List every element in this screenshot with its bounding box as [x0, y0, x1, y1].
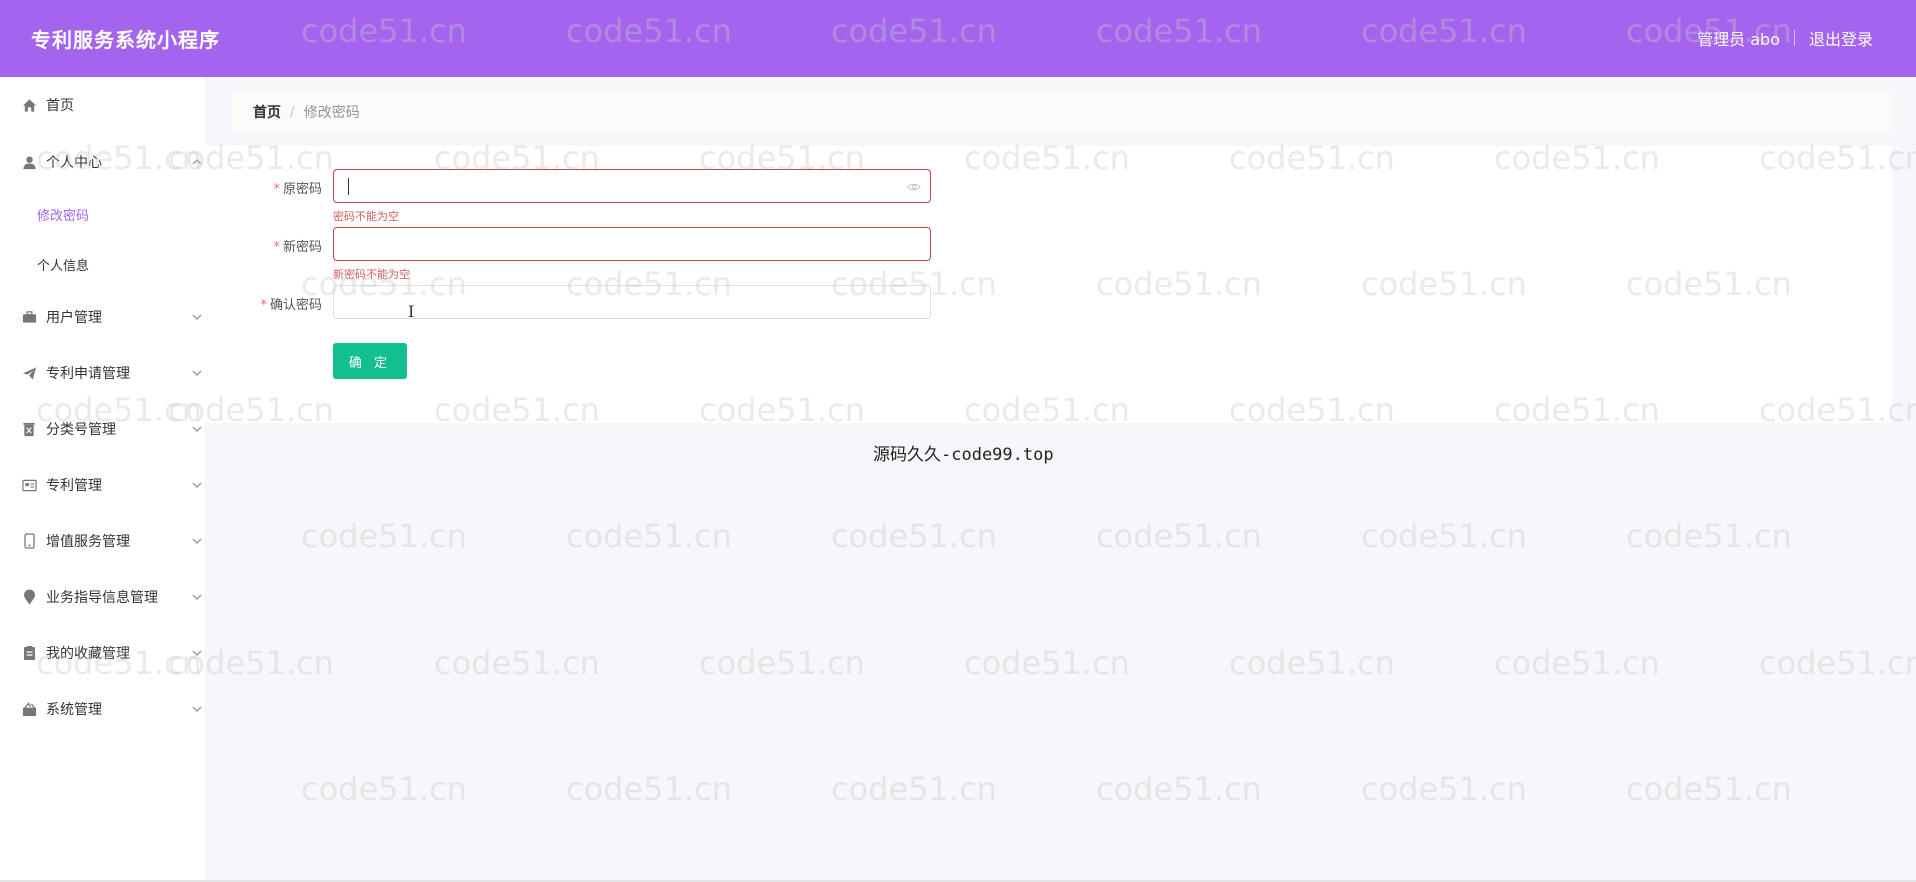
chevron-down-icon	[192, 648, 202, 659]
sidebar-item-label: 个人中心	[46, 155, 102, 171]
watermark-text: code51.cn	[699, 644, 865, 682]
sidebar-subitem-change-password[interactable]: 修改密码	[0, 199, 205, 229]
user-label: 管理员 abo	[1697, 30, 1780, 49]
watermark-text: code51.cn	[1361, 517, 1527, 555]
watermark-text: code51.cn	[831, 770, 997, 808]
user-area: 管理员 abo 退出登录	[1697, 26, 1873, 50]
sidebar-item-classification[interactable]: 分类号管理	[0, 414, 205, 444]
mouse-ibeam-cursor-icon: I	[408, 302, 415, 321]
chevron-down-icon	[192, 592, 202, 603]
watermark-text: code51.cn	[1759, 644, 1916, 682]
header-divider	[1793, 30, 1795, 46]
clipboard-icon	[21, 645, 37, 661]
breadcrumb-home[interactable]: 首页	[253, 102, 281, 122]
sidebar-subitem-label: 修改密码	[37, 208, 90, 224]
chevron-down-icon	[192, 704, 202, 715]
sidebar-menu: 首页 个人中心 修改密码 个人信息 用户管理 专利申请管理 分类号管理 专利管理…	[0, 77, 205, 882]
top-header: 专利服务系统小程序 管理员 abo 退出登录	[0, 0, 1916, 77]
chevron-up-icon	[192, 157, 202, 168]
briefcase-icon	[21, 309, 37, 325]
new-password-label: * 新密码	[273, 240, 322, 255]
chevron-down-icon	[192, 480, 202, 491]
breadcrumb-current: 修改密码	[303, 105, 360, 121]
chevron-down-icon	[192, 312, 202, 323]
confirm-password-input[interactable]	[334, 286, 930, 318]
gift-icon	[21, 701, 37, 717]
watermark-text: code51.cn	[1096, 770, 1262, 808]
sidebar-item-label: 系统管理	[46, 702, 102, 718]
sidebar-item-business-guidance[interactable]: 业务指导信息管理	[0, 582, 205, 612]
sidebar-item-label: 用户管理	[46, 310, 102, 326]
confirm-password-field[interactable]	[333, 285, 931, 319]
watermark-text: code51.cn	[566, 517, 732, 555]
watermark-text: code51.cn	[1626, 770, 1792, 808]
sidebar-item-label: 增值服务管理	[46, 534, 130, 550]
required-asterisk: *	[273, 182, 280, 197]
watermark-text: code51.cn	[434, 644, 600, 682]
user-icon	[21, 154, 37, 170]
text-caret	[348, 178, 349, 195]
source-caption: 源码久久-code99.top	[873, 445, 1054, 465]
old-password-error: 密码不能为空	[333, 210, 399, 223]
phone-icon	[21, 533, 37, 549]
watermark-text: code51.cn	[831, 517, 997, 555]
watermark-text: code51.cn	[1096, 517, 1262, 555]
watermark-text: code51.cn	[566, 770, 732, 808]
sidebar-item-system-management[interactable]: 系统管理	[0, 694, 205, 724]
sidebar-item-patent-management[interactable]: 专利管理	[0, 470, 205, 500]
watermark-text: code51.cn	[301, 517, 467, 555]
watermark-text: code51.cn	[1494, 644, 1660, 682]
breadcrumb-separator: /	[290, 104, 295, 120]
sidebar-item-label: 我的收藏管理	[46, 646, 130, 662]
sidebar-subitem-label: 个人信息	[37, 258, 90, 274]
paper-plane-icon	[21, 365, 37, 381]
id-card-icon	[21, 477, 37, 493]
old-password-label: * 原密码	[273, 182, 322, 197]
location-pin-icon	[21, 589, 37, 605]
watermark-text: code51.cn	[301, 770, 467, 808]
new-password-input[interactable]	[334, 228, 930, 260]
watermark-text: code51.cn	[1626, 517, 1792, 555]
sidebar-item-label: 业务指导信息管理	[46, 590, 158, 606]
sidebar-item-my-favorites[interactable]: 我的收藏管理	[0, 638, 205, 668]
sidebar-item-value-added-service[interactable]: 增值服务管理	[0, 526, 205, 556]
sidebar-item-home[interactable]: 首页	[0, 90, 205, 120]
sidebar-item-personal-center[interactable]: 个人中心	[0, 147, 205, 177]
chevron-down-icon	[192, 368, 202, 379]
new-password-field[interactable]	[333, 227, 931, 261]
sidebar-item-label: 专利申请管理	[46, 366, 130, 382]
watermark-text: code51.cn	[1229, 644, 1395, 682]
app-title: 专利服务系统小程序	[31, 28, 220, 52]
breadcrumb: 首页 / 修改密码	[232, 92, 1892, 132]
chevron-down-icon	[192, 424, 202, 435]
watermark-text: code51.cn	[964, 644, 1130, 682]
sidebar-subitem-personal-info[interactable]: 个人信息	[0, 249, 205, 279]
old-password-input[interactable]	[334, 170, 930, 202]
home-icon	[21, 97, 37, 113]
required-asterisk: *	[260, 298, 267, 313]
confirm-button[interactable]: 确 定	[333, 343, 407, 379]
eye-icon[interactable]	[907, 179, 921, 193]
watermark-text: code51.cn	[1361, 770, 1527, 808]
sidebar-item-label: 专利管理	[46, 478, 102, 494]
logout-link[interactable]: 退出登录	[1809, 26, 1873, 50]
trash-box-icon	[21, 421, 37, 437]
required-asterisk: *	[273, 240, 280, 255]
old-password-field[interactable]	[333, 169, 931, 203]
sidebar-item-label: 首页	[46, 98, 74, 114]
sidebar-item-patent-application[interactable]: 专利申请管理	[0, 358, 205, 388]
confirm-password-label: * 确认密码	[260, 298, 322, 313]
sidebar-item-user-management[interactable]: 用户管理	[0, 302, 205, 332]
sidebar-item-label: 分类号管理	[46, 422, 116, 438]
new-password-error: 新密码不能为空	[333, 268, 410, 281]
chevron-down-icon	[192, 536, 202, 547]
